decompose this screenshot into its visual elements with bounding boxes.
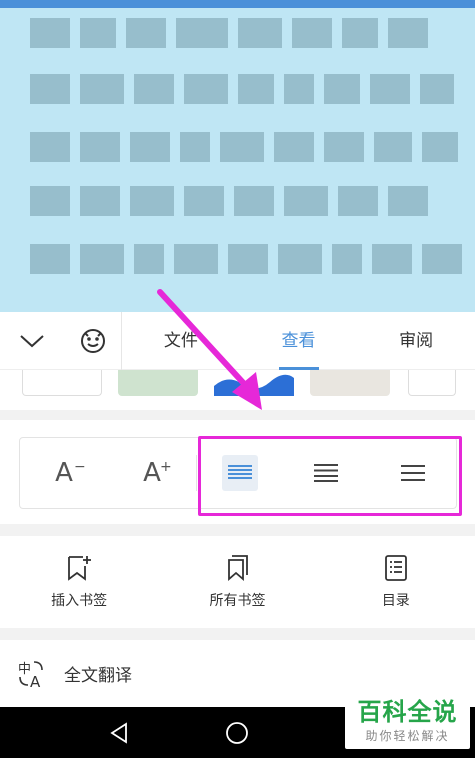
table-of-contents-label: 目录 [381,593,410,609]
tab-review[interactable]: 审阅 [357,312,475,370]
bookmark-add-icon [68,556,92,581]
bookmark-card: 插入书签 所有书签 目录 [0,536,475,628]
assistant-face-icon [80,328,105,353]
collapse-button[interactable] [0,312,64,370]
plus-mark: + [160,459,172,475]
all-bookmarks-label: 所有书签 [209,593,266,609]
theme-thumbnail-paper[interactable] [310,370,390,396]
all-bookmarks-button[interactable]: 所有书签 [158,536,316,628]
increase-font-button[interactable]: A + [108,437,196,509]
translate-icon: 中 A [18,660,43,689]
minus-mark: − [74,459,86,475]
theme-thumbnail-more[interactable] [408,370,456,396]
tab-view[interactable]: 查看 [240,312,358,370]
blurred-line [30,74,454,106]
chevron-down-icon [20,334,44,347]
decrease-font-label: A [55,458,73,488]
table-of-contents-button[interactable]: 目录 [317,536,475,628]
theme-thumbnail-white[interactable] [22,370,102,396]
watermark-logo: 百科全说 助你轻松解决 [345,697,470,749]
blurred-line [30,132,458,164]
wave-pattern-icon [214,374,294,396]
insert-bookmark-label: 插入书签 [51,593,108,609]
document-preview[interactable] [0,0,475,312]
compact-lines-icon [228,465,253,479]
bookmarks-icon [228,555,249,581]
insert-bookmark-button[interactable]: 插入书签 [0,536,158,628]
full-text-translate-label: 全文翻译 [64,666,132,686]
back-icon[interactable] [108,721,130,744]
theme-thumbnail-strip [0,370,475,410]
increase-font-label: A [143,458,161,488]
normal-lines-icon [314,464,339,482]
tab-file[interactable]: 文件 [122,312,240,370]
font-settings-card: A − A + [0,420,475,524]
theme-thumbnail-blue[interactable] [214,370,294,396]
loose-lines-icon [400,465,425,481]
assistant-button[interactable] [64,311,122,370]
theme-thumbnail-green[interactable] [118,370,198,396]
blurred-line [30,18,428,50]
svg-text:A: A [30,673,41,689]
view-toolbar: 文件 查看 审阅 [0,311,475,370]
watermark-title: 百科全说 [357,698,458,726]
blurred-line [30,186,428,218]
list-document-icon [384,555,407,581]
home-icon[interactable] [225,721,249,745]
line-spacing-compact-button[interactable] [197,437,283,509]
blurred-line [30,244,462,276]
decrease-font-button[interactable]: A − [20,437,108,509]
font-control-group: A − A + [19,437,457,509]
status-strip [0,0,475,8]
watermark-subtitle: 助你轻松解决 [365,729,450,743]
line-spacing-loose-button[interactable] [370,437,456,509]
line-spacing-normal-button[interactable] [283,437,369,509]
